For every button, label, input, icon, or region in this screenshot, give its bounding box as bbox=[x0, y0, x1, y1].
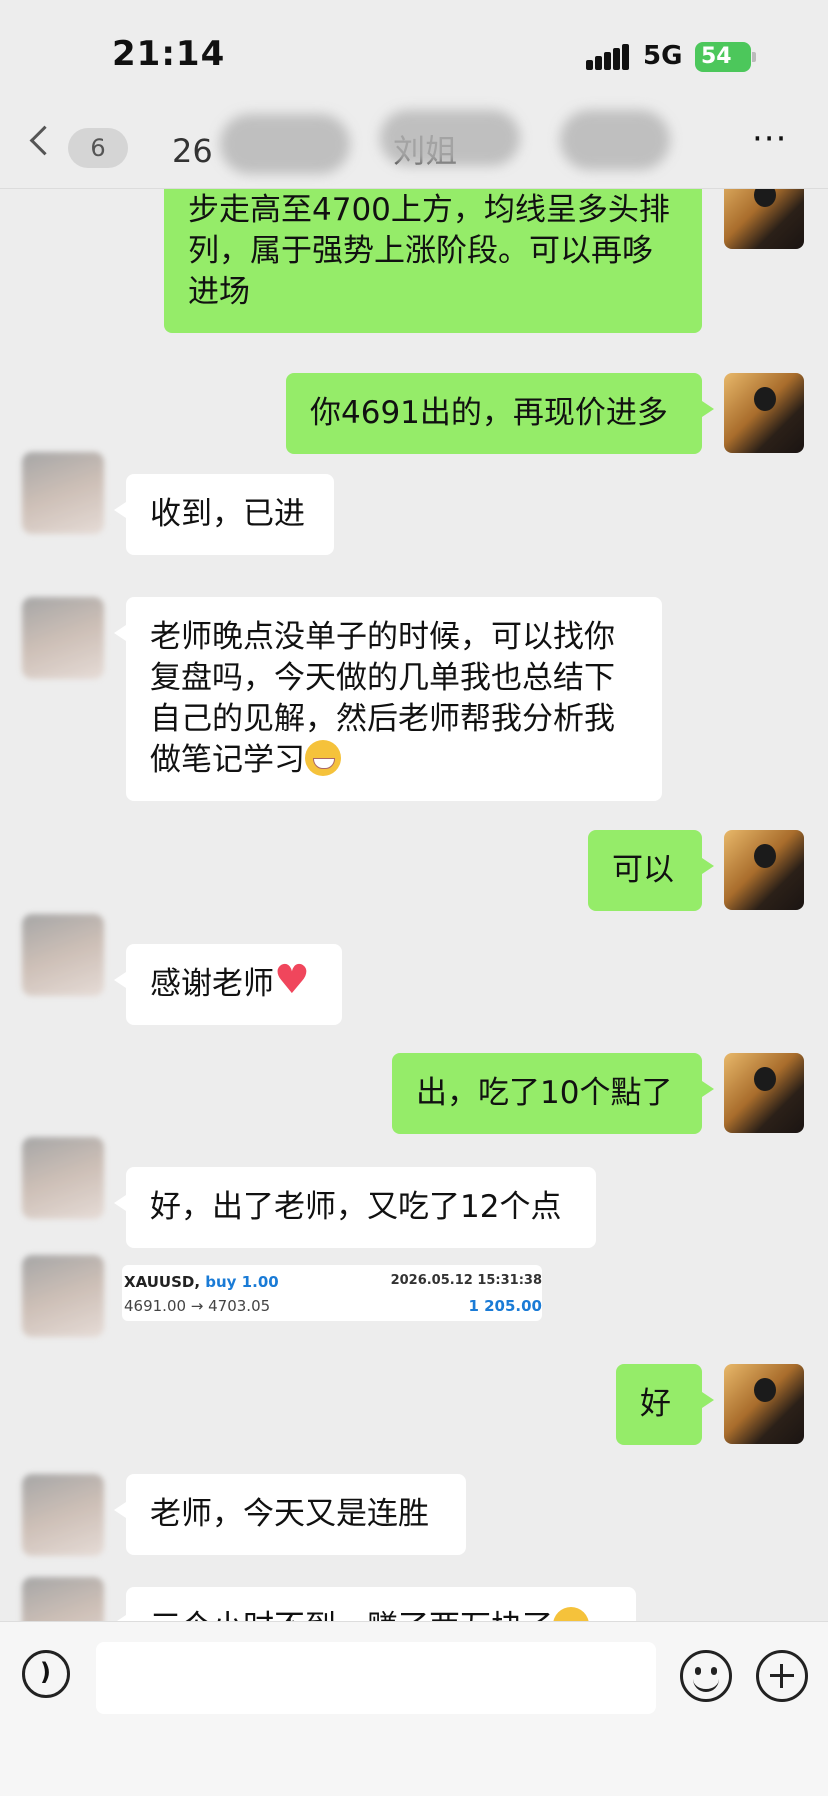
status-time: 21:14 bbox=[112, 34, 226, 74]
message-text: 好 bbox=[640, 1386, 671, 1422]
avatar[interactable] bbox=[22, 1577, 104, 1621]
signal-icon bbox=[586, 44, 630, 70]
message-bubble-other[interactable]: 感谢老师 bbox=[114, 944, 342, 1025]
message-input[interactable] bbox=[96, 1642, 656, 1714]
message-bubble-other[interactable]: 好，出了老师，又吃了12个点 bbox=[114, 1167, 596, 1248]
avatar[interactable] bbox=[22, 1474, 104, 1556]
grinning-face-emoji bbox=[553, 1607, 589, 1621]
avatar[interactable] bbox=[22, 1255, 104, 1337]
blurred-redaction bbox=[560, 110, 670, 170]
voice-input-icon[interactable] bbox=[22, 1650, 70, 1698]
trade-screenshot-card[interactable]: XAUUSD, buy 1.00 2026.05.12 15:31:38 469… bbox=[122, 1265, 542, 1321]
message-text: 出，吃了10个點了 bbox=[416, 1075, 673, 1111]
trade-prices: 4691.00 → 4703.05 bbox=[124, 1297, 271, 1315]
more-icon[interactable]: ··· bbox=[752, 122, 792, 162]
network-type: 5G bbox=[643, 41, 683, 71]
message-bubble-other[interactable]: 老师晚点没单子的时候，可以找你复盘吗，今天做的几单我也总结下自己的见解，然后老师… bbox=[114, 597, 662, 801]
avatar[interactable] bbox=[22, 1137, 104, 1219]
message-text: 你4691出的，再现价进多 bbox=[310, 395, 668, 431]
battery-nub bbox=[752, 52, 756, 62]
trade-symbol-text: XAUUSD, bbox=[124, 1273, 201, 1291]
chat-title-prefix: 26 bbox=[172, 132, 213, 170]
trade-side: buy 1.00 bbox=[205, 1273, 279, 1291]
message-text: 收到，已进 bbox=[150, 496, 305, 532]
message-bubble-mine[interactable]: 好 bbox=[616, 1364, 714, 1445]
message-text: 好，出了老师，又吃了12个点 bbox=[150, 1189, 562, 1225]
message-text: 老师，今天又是连胜 bbox=[150, 1496, 429, 1532]
avatar[interactable] bbox=[724, 830, 804, 910]
avatar[interactable] bbox=[22, 452, 104, 534]
trade-datetime: 2026.05.12 15:31:38 bbox=[390, 1273, 542, 1288]
message-bubble-mine[interactable]: 出，吃了10个點了 bbox=[392, 1053, 714, 1134]
unread-count-badge: 6 bbox=[68, 128, 128, 168]
message-text: 老师晚点没单子的时候，可以找你复盘吗，今天做的几单我也总结下自己的见解，然后老师… bbox=[150, 619, 615, 778]
battery-icon: 54 bbox=[695, 42, 751, 72]
input-bar bbox=[0, 1621, 828, 1796]
back-button[interactable]: 6 bbox=[28, 125, 138, 168]
avatar[interactable] bbox=[724, 373, 804, 453]
avatar[interactable] bbox=[22, 597, 104, 679]
message-text: 现价是小很动上行，是一就信，足步走高至4700上方，均线呈多头排列，属于强势上涨… bbox=[188, 192, 670, 310]
message-bubble-other[interactable]: 三个小时不到，赚了两万块了 bbox=[114, 1587, 636, 1621]
grinning-face-emoji bbox=[305, 740, 341, 776]
chevron-left-icon bbox=[29, 125, 60, 156]
trade-profit: 1 205.00 bbox=[468, 1297, 542, 1315]
message-text: 三个小时不到，赚了两万块了 bbox=[150, 1609, 553, 1621]
message-text: 感谢老师 bbox=[150, 966, 274, 1002]
message-bubble-mine[interactable]: 你4691出的，再现价进多 bbox=[286, 373, 714, 454]
message-bubble-other[interactable]: 老师，今天又是连胜 bbox=[114, 1474, 466, 1555]
message-list[interactable]: 现价是小很动上行，是一就信，足步走高至4700上方，均线呈多头排列，属于强势上涨… bbox=[0, 189, 828, 1621]
chat-header: 6 26 刘姐 ··· bbox=[0, 110, 828, 189]
message-bubble-other[interactable]: 收到，已进 bbox=[114, 474, 334, 555]
avatar[interactable] bbox=[724, 1053, 804, 1133]
avatar[interactable] bbox=[724, 1364, 804, 1444]
heart-emoji bbox=[274, 962, 312, 1000]
message-bubble-mine[interactable]: 现价是小很动上行，是一就信，足步走高至4700上方，均线呈多头排列，属于强势上涨… bbox=[164, 189, 702, 333]
blurred-redaction bbox=[220, 114, 350, 174]
plus-icon[interactable] bbox=[756, 1650, 808, 1702]
trade-symbol: XAUUSD, buy 1.00 bbox=[124, 1273, 279, 1291]
blurred-redaction bbox=[380, 110, 520, 166]
message-bubble-mine[interactable]: 可以 bbox=[588, 830, 714, 911]
status-bar: 21:14 5G 54 bbox=[0, 0, 828, 110]
avatar[interactable] bbox=[22, 914, 104, 996]
message-text: 可以 bbox=[612, 852, 674, 888]
emoji-icon[interactable] bbox=[680, 1650, 732, 1702]
avatar[interactable] bbox=[724, 189, 804, 249]
